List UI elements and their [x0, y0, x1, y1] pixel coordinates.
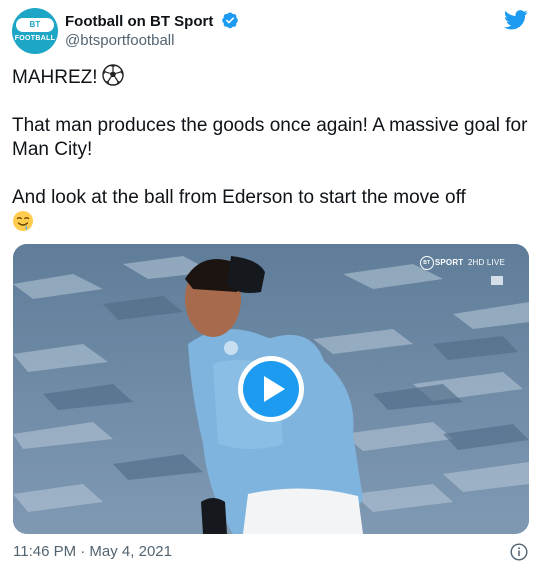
twitter-bird-icon[interactable] [504, 10, 528, 30]
author-name-text: Football on BT Sport [65, 13, 214, 30]
avatar-text: FOOTBALL [14, 35, 56, 42]
avatar-badge: BT SPORT [16, 18, 54, 43]
tweet-line-3-text: And look at the ball from Ederson to sta… [12, 187, 466, 208]
play-button-circle [243, 361, 299, 417]
tweet-line-3: And look at the ball from Ederson to sta… [12, 186, 528, 236]
author-name[interactable]: Football on BT Sport [65, 11, 239, 31]
video-player[interactable]: BT SPORT 2HD LIVE [13, 244, 529, 534]
play-button[interactable] [238, 356, 304, 422]
live-indicator-box [491, 276, 503, 285]
info-icon[interactable] [510, 543, 528, 561]
tweet-card: BT SPORT FOOTBALL Football on BT Sport @… [0, 0, 544, 570]
broadcast-channel: 2HD LIVE [467, 258, 505, 268]
tweet-line-1-text: MAHREZ! [12, 67, 98, 88]
author-handle[interactable]: @btsportfootball [65, 32, 174, 50]
tweet-line-2: That man produces the goods once again! … [12, 115, 528, 160]
bt-logo: BT [419, 256, 434, 270]
soccer-ball-icon [101, 64, 124, 86]
avatar[interactable]: BT SPORT FOOTBALL [12, 8, 58, 54]
drooling-face-icon [13, 211, 33, 231]
play-icon [264, 376, 285, 402]
broadcast-watermark: BT SPORT 2HD LIVE [419, 256, 505, 270]
verified-badge-icon [222, 12, 239, 29]
tweet-line-1: MAHREZ! [12, 64, 528, 90]
tweet-text: MAHREZ! That man produces the goods once… [12, 64, 528, 236]
tweet-timestamp[interactable]: 11:46 PM · May 4, 2021 [13, 543, 172, 561]
broadcast-brand: SPORT [434, 258, 464, 268]
